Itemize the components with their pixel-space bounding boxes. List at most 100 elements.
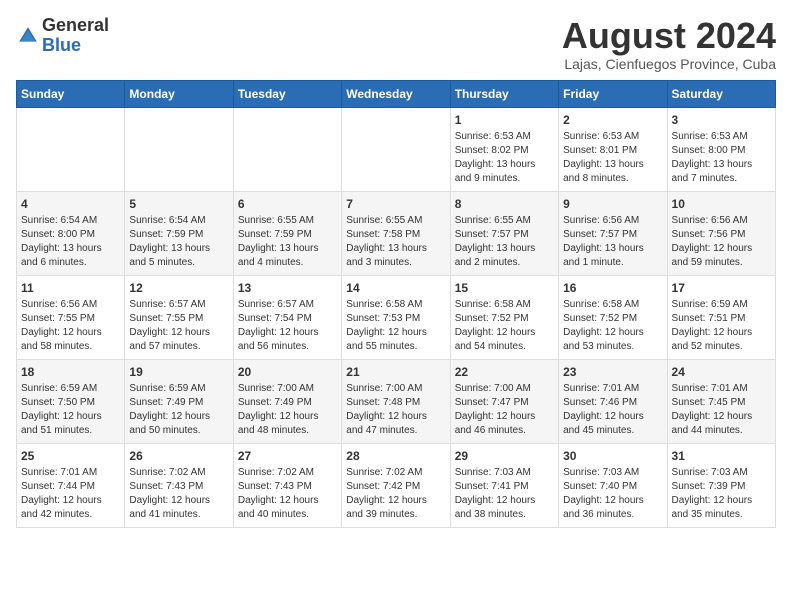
- calendar-cell: 28Sunrise: 7:02 AMSunset: 7:42 PMDayligh…: [342, 443, 450, 527]
- day-info: Sunrise: 7:03 AMSunset: 7:39 PMDaylight:…: [672, 466, 771, 522]
- day-number: 30: [563, 448, 662, 465]
- day-info: Sunrise: 6:56 AMSunset: 7:57 PMDaylight:…: [563, 214, 662, 270]
- day-number: 18: [21, 364, 120, 381]
- calendar-week-3: 11Sunrise: 6:56 AMSunset: 7:55 PMDayligh…: [17, 275, 776, 359]
- day-number: 3: [672, 112, 771, 129]
- day-info: Sunrise: 6:56 AMSunset: 7:55 PMDaylight:…: [21, 298, 120, 354]
- header-tuesday: Tuesday: [233, 80, 341, 107]
- calendar-cell: 22Sunrise: 7:00 AMSunset: 7:47 PMDayligh…: [450, 359, 558, 443]
- day-info: Sunrise: 7:00 AMSunset: 7:49 PMDaylight:…: [238, 382, 337, 438]
- calendar-cell: 24Sunrise: 7:01 AMSunset: 7:45 PMDayligh…: [667, 359, 775, 443]
- calendar-cell: 14Sunrise: 6:58 AMSunset: 7:53 PMDayligh…: [342, 275, 450, 359]
- day-number: 10: [672, 196, 771, 213]
- day-info: Sunrise: 6:54 AMSunset: 8:00 PMDaylight:…: [21, 214, 120, 270]
- day-info: Sunrise: 6:57 AMSunset: 7:54 PMDaylight:…: [238, 298, 337, 354]
- calendar-cell: [342, 107, 450, 191]
- calendar-cell: 26Sunrise: 7:02 AMSunset: 7:43 PMDayligh…: [125, 443, 233, 527]
- calendar-cell: 15Sunrise: 6:58 AMSunset: 7:52 PMDayligh…: [450, 275, 558, 359]
- calendar-week-4: 18Sunrise: 6:59 AMSunset: 7:50 PMDayligh…: [17, 359, 776, 443]
- day-info: Sunrise: 6:59 AMSunset: 7:49 PMDaylight:…: [129, 382, 228, 438]
- calendar-week-1: 1Sunrise: 6:53 AMSunset: 8:02 PMDaylight…: [17, 107, 776, 191]
- calendar-cell: [233, 107, 341, 191]
- location-subtitle: Lajas, Cienfuegos Province, Cuba: [562, 56, 776, 72]
- day-number: 26: [129, 448, 228, 465]
- day-info: Sunrise: 6:53 AMSunset: 8:00 PMDaylight:…: [672, 130, 771, 186]
- day-info: Sunrise: 7:03 AMSunset: 7:41 PMDaylight:…: [455, 466, 554, 522]
- day-info: Sunrise: 7:02 AMSunset: 7:43 PMDaylight:…: [129, 466, 228, 522]
- logo-text: General Blue: [42, 16, 109, 56]
- month-year-title: August 2024: [562, 16, 776, 56]
- calendar-table: SundayMondayTuesdayWednesdayThursdayFrid…: [16, 80, 776, 528]
- day-number: 9: [563, 196, 662, 213]
- day-info: Sunrise: 7:02 AMSunset: 7:42 PMDaylight:…: [346, 466, 445, 522]
- logo-blue-text: Blue: [42, 36, 109, 56]
- day-info: Sunrise: 6:58 AMSunset: 7:52 PMDaylight:…: [563, 298, 662, 354]
- calendar-cell: 7Sunrise: 6:55 AMSunset: 7:58 PMDaylight…: [342, 191, 450, 275]
- day-info: Sunrise: 6:58 AMSunset: 7:53 PMDaylight:…: [346, 298, 445, 354]
- calendar-week-5: 25Sunrise: 7:01 AMSunset: 7:44 PMDayligh…: [17, 443, 776, 527]
- logo-general-text: General: [42, 16, 109, 36]
- calendar-cell: 3Sunrise: 6:53 AMSunset: 8:00 PMDaylight…: [667, 107, 775, 191]
- header-thursday: Thursday: [450, 80, 558, 107]
- day-number: 15: [455, 280, 554, 297]
- title-block: August 2024 Lajas, Cienfuegos Province, …: [562, 16, 776, 72]
- day-info: Sunrise: 6:53 AMSunset: 8:01 PMDaylight:…: [563, 130, 662, 186]
- day-number: 24: [672, 364, 771, 381]
- day-number: 17: [672, 280, 771, 297]
- calendar-cell: [17, 107, 125, 191]
- calendar-cell: 12Sunrise: 6:57 AMSunset: 7:55 PMDayligh…: [125, 275, 233, 359]
- day-number: 28: [346, 448, 445, 465]
- day-number: 7: [346, 196, 445, 213]
- day-info: Sunrise: 7:03 AMSunset: 7:40 PMDaylight:…: [563, 466, 662, 522]
- calendar-header-row: SundayMondayTuesdayWednesdayThursdayFrid…: [17, 80, 776, 107]
- calendar-cell: 31Sunrise: 7:03 AMSunset: 7:39 PMDayligh…: [667, 443, 775, 527]
- day-number: 12: [129, 280, 228, 297]
- calendar-cell: 27Sunrise: 7:02 AMSunset: 7:43 PMDayligh…: [233, 443, 341, 527]
- day-info: Sunrise: 7:00 AMSunset: 7:48 PMDaylight:…: [346, 382, 445, 438]
- day-number: 29: [455, 448, 554, 465]
- calendar-cell: 20Sunrise: 7:00 AMSunset: 7:49 PMDayligh…: [233, 359, 341, 443]
- day-number: 20: [238, 364, 337, 381]
- day-number: 2: [563, 112, 662, 129]
- calendar-cell: 17Sunrise: 6:59 AMSunset: 7:51 PMDayligh…: [667, 275, 775, 359]
- calendar-cell: 6Sunrise: 6:55 AMSunset: 7:59 PMDaylight…: [233, 191, 341, 275]
- day-info: Sunrise: 6:59 AMSunset: 7:51 PMDaylight:…: [672, 298, 771, 354]
- header-wednesday: Wednesday: [342, 80, 450, 107]
- calendar-cell: 9Sunrise: 6:56 AMSunset: 7:57 PMDaylight…: [559, 191, 667, 275]
- calendar-cell: 1Sunrise: 6:53 AMSunset: 8:02 PMDaylight…: [450, 107, 558, 191]
- logo: General Blue: [16, 16, 109, 56]
- calendar-cell: 8Sunrise: 6:55 AMSunset: 7:57 PMDaylight…: [450, 191, 558, 275]
- calendar-cell: 25Sunrise: 7:01 AMSunset: 7:44 PMDayligh…: [17, 443, 125, 527]
- calendar-cell: 30Sunrise: 7:03 AMSunset: 7:40 PMDayligh…: [559, 443, 667, 527]
- day-info: Sunrise: 6:55 AMSunset: 7:59 PMDaylight:…: [238, 214, 337, 270]
- day-number: 13: [238, 280, 337, 297]
- day-info: Sunrise: 6:53 AMSunset: 8:02 PMDaylight:…: [455, 130, 554, 186]
- day-info: Sunrise: 6:55 AMSunset: 7:58 PMDaylight:…: [346, 214, 445, 270]
- calendar-cell: 29Sunrise: 7:03 AMSunset: 7:41 PMDayligh…: [450, 443, 558, 527]
- day-info: Sunrise: 7:01 AMSunset: 7:46 PMDaylight:…: [563, 382, 662, 438]
- day-info: Sunrise: 7:00 AMSunset: 7:47 PMDaylight:…: [455, 382, 554, 438]
- day-number: 1: [455, 112, 554, 129]
- calendar-cell: 21Sunrise: 7:00 AMSunset: 7:48 PMDayligh…: [342, 359, 450, 443]
- page-header: General Blue August 2024 Lajas, Cienfueg…: [16, 16, 776, 72]
- header-saturday: Saturday: [667, 80, 775, 107]
- day-number: 23: [563, 364, 662, 381]
- day-info: Sunrise: 6:59 AMSunset: 7:50 PMDaylight:…: [21, 382, 120, 438]
- day-info: Sunrise: 7:01 AMSunset: 7:45 PMDaylight:…: [672, 382, 771, 438]
- calendar-cell: 5Sunrise: 6:54 AMSunset: 7:59 PMDaylight…: [125, 191, 233, 275]
- header-sunday: Sunday: [17, 80, 125, 107]
- calendar-cell: 10Sunrise: 6:56 AMSunset: 7:56 PMDayligh…: [667, 191, 775, 275]
- calendar-cell: [125, 107, 233, 191]
- calendar-week-2: 4Sunrise: 6:54 AMSunset: 8:00 PMDaylight…: [17, 191, 776, 275]
- day-number: 19: [129, 364, 228, 381]
- day-info: Sunrise: 7:02 AMSunset: 7:43 PMDaylight:…: [238, 466, 337, 522]
- day-number: 27: [238, 448, 337, 465]
- day-number: 25: [21, 448, 120, 465]
- day-info: Sunrise: 6:58 AMSunset: 7:52 PMDaylight:…: [455, 298, 554, 354]
- day-number: 21: [346, 364, 445, 381]
- day-number: 6: [238, 196, 337, 213]
- day-number: 5: [129, 196, 228, 213]
- day-number: 11: [21, 280, 120, 297]
- day-number: 4: [21, 196, 120, 213]
- calendar-cell: 16Sunrise: 6:58 AMSunset: 7:52 PMDayligh…: [559, 275, 667, 359]
